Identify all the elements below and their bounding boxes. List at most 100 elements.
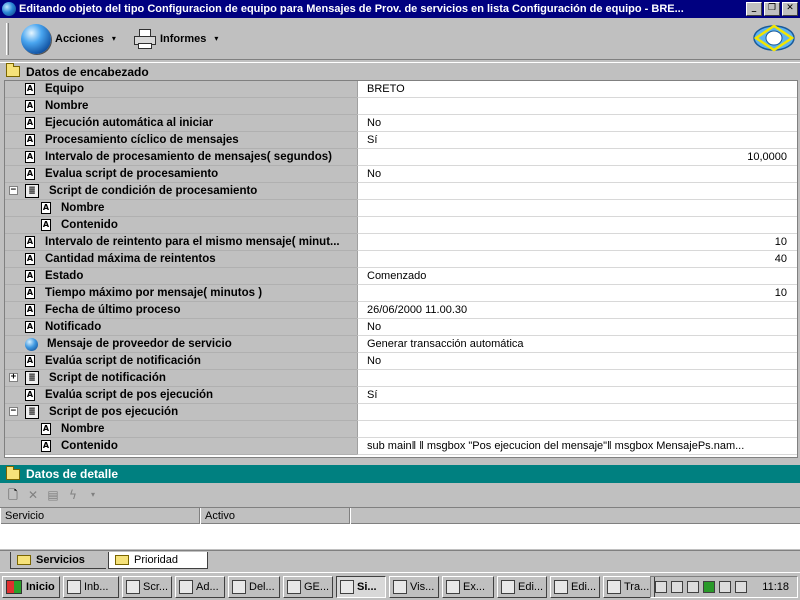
close-button[interactable]: ✕ [782,2,798,16]
window-title: Editando objeto del tipo Configuracion d… [19,3,684,15]
header-section-bar[interactable]: Datos de encabezado [0,62,800,80]
property-row[interactable]: A Tiempo máximo por mensaje( minutos ) 10 [5,285,797,302]
property-row[interactable]: A Ejecución automática al iniciar No [5,115,797,132]
tray-app-icon[interactable] [655,581,667,593]
tray-app-icon[interactable] [671,581,683,593]
property-value[interactable]: sub main‖ ‖ msgbox "Pos ejecucion del me… [357,438,797,455]
restore-button[interactable]: ❐ [764,2,780,16]
taskbar-button[interactable]: Del... [228,575,280,598]
collapse-icon[interactable]: − [9,186,18,195]
property-value[interactable]: No [357,353,797,370]
property-label: Script de condición de procesamiento [49,185,258,197]
property-row[interactable]: A Notificado No [5,319,797,336]
expand-icon[interactable]: + [9,373,18,382]
property-value[interactable]: Comenzado [357,268,797,285]
property-value[interactable]: Sí [357,387,797,404]
property-label: Procesamiento cíclico de mensajes [45,134,239,146]
toolbar-grip[interactable] [6,22,9,55]
taskbar-button[interactable]: Edi... [497,575,547,598]
property-name-cell: A Procesamiento cíclico de mensajes [5,132,357,149]
detail-grid[interactable]: Servicio Activo [0,507,800,549]
property-value[interactable]: No [357,115,797,132]
property-value[interactable]: 26/06/2000 11.00.30 [357,302,797,319]
tab-prioridad[interactable]: Prioridad [108,552,208,569]
property-row[interactable]: − ≣ Script de pos ejecución [5,404,797,421]
property-value[interactable]: 10,0000 [357,149,797,166]
property-value[interactable] [357,183,797,200]
property-row[interactable]: A Estado Comenzado [5,268,797,285]
property-row[interactable]: A Contenido sub main‖ ‖ msgbox "Pos ejecuc… [5,438,797,455]
property-name-cell: A Nombre [5,200,357,217]
informes-menu-button[interactable]: Informes ▾ [120,24,222,54]
property-value[interactable]: No [357,166,797,183]
app-icon [340,579,354,594]
property-row[interactable]: A Evalúa script de pos ejecución Sí [5,387,797,404]
property-row[interactable]: A Equipo BRETO [5,81,797,98]
detail-section-bar[interactable]: Datos de detalle [0,465,800,483]
property-row[interactable]: A Contenido [5,217,797,234]
column-header-activo[interactable]: Activo [200,508,350,524]
property-row[interactable]: A Nombre [5,200,797,217]
tab-servicios[interactable]: Servicios [10,552,106,569]
tray-app-icon[interactable] [703,581,715,593]
property-row[interactable]: A Intervalo de procesamiento de mensajes(… [5,149,797,166]
property-value[interactable] [357,200,797,217]
property-value[interactable]: 10 [357,234,797,251]
taskbar-button[interactable]: Ex... [442,575,494,598]
start-button[interactable]: Inicio [2,575,60,598]
property-row[interactable]: A Evalua script de procesamiento No [5,166,797,183]
property-row[interactable]: A Intervalo de reintento para el mismo me… [5,234,797,251]
property-value[interactable] [357,370,797,387]
tray-app-icon[interactable] [687,581,699,593]
property-value[interactable]: BRETO [357,81,797,98]
property-row[interactable]: Mensaje de proveedor de servicio Generar … [5,336,797,353]
taskbar-button[interactable]: GE... [283,575,333,598]
collapse-icon[interactable]: − [9,407,18,416]
chevron-down-icon[interactable]: ▾ [86,488,100,502]
acciones-menu-button[interactable]: Acciones ▾ [17,23,120,54]
speaker-icon[interactable] [735,581,747,593]
property-row[interactable]: A Evalúa script de notificación No [5,353,797,370]
field-icon: A [25,321,35,333]
property-value[interactable] [357,404,797,421]
delete-icon[interactable]: ✕ [26,488,40,502]
taskbar-button[interactable]: Scr... [122,575,172,598]
app-icon [67,579,81,594]
app-icon[interactable] [2,2,16,16]
property-grid[interactable]: A Equipo BRETO A Nombre A Ejecución automática… [4,80,798,458]
property-row[interactable]: − ≣ Script de condición de procesamiento [5,183,797,200]
taskbar-button[interactable]: Si... [336,575,386,598]
app-icon [179,579,193,594]
property-value[interactable]: Generar transacción automática [357,336,797,353]
taskbar-button-label: GE... [304,580,330,593]
property-label: Fecha de último proceso [45,304,181,316]
taskbar-button[interactable]: Vis... [389,575,439,598]
property-value[interactable] [357,98,797,115]
taskbar-button[interactable]: Inb... [63,575,119,598]
field-icon: A [25,151,35,163]
property-row[interactable]: + ≣ Script de notificación [5,370,797,387]
property-row[interactable]: A Procesamiento cíclico de mensajes Sí [5,132,797,149]
property-row[interactable]: A Fecha de último proceso 26/06/2000 11.00… [5,302,797,319]
property-name-cell: A Contenido [5,217,357,234]
property-value[interactable]: Sí [357,132,797,149]
taskbar-button[interactable]: Ad... [175,575,225,598]
property-value[interactable]: No [357,319,797,336]
new-document-icon[interactable]: 🗋 [6,488,20,502]
taskbar-button[interactable]: Edi... [550,575,600,598]
properties-icon[interactable]: ▤ [46,488,60,502]
property-row[interactable]: A Cantidad máxima de reintentos 40 [5,251,797,268]
property-value[interactable] [357,217,797,234]
globe-icon [21,23,51,54]
property-value[interactable]: 40 [357,251,797,268]
minimize-button[interactable]: _ [746,2,762,16]
property-label: Script de pos ejecución [49,406,179,418]
taskbar-button[interactable]: Tra... [603,575,655,598]
property-row[interactable]: A Nombre [5,421,797,438]
property-value[interactable] [357,421,797,438]
column-header-servicio[interactable]: Servicio [0,508,200,524]
action-icon[interactable]: ϟ [66,488,80,502]
property-value[interactable]: 10 [357,285,797,302]
tray-app-icon[interactable] [719,581,731,593]
property-row[interactable]: A Nombre [5,98,797,115]
